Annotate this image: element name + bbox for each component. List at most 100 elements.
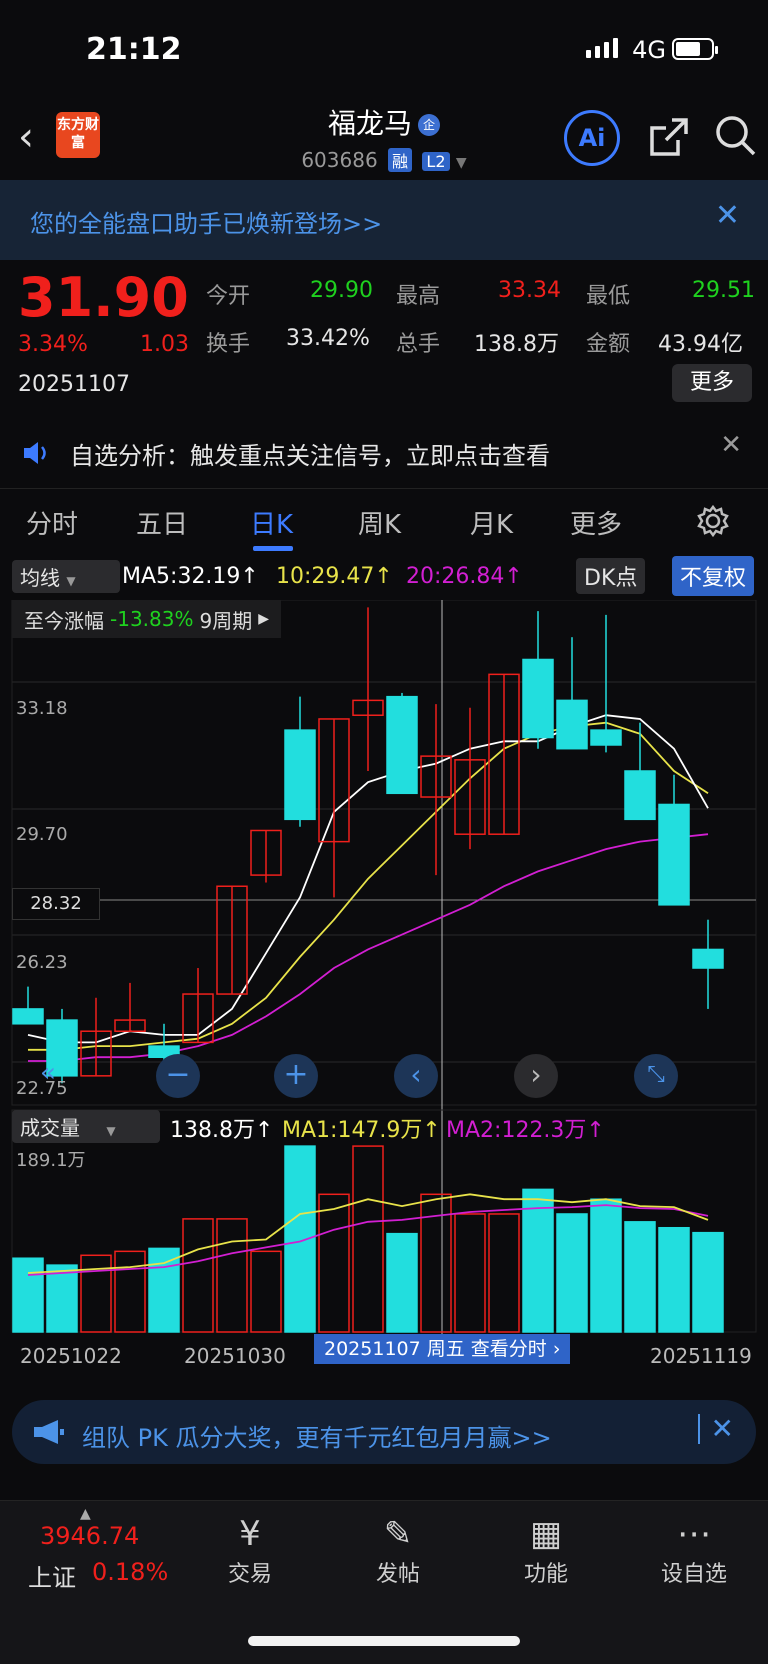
zoom-in-button[interactable]: + [274, 1054, 318, 1098]
next-button[interactable]: › [514, 1054, 558, 1098]
zoom-out-button[interactable]: − [156, 1054, 200, 1098]
change-amount: 1.03 [140, 332, 189, 357]
stock-code: 603686 [301, 148, 378, 172]
close-icon[interactable]: ✕ [715, 198, 740, 233]
active-tab-indicator [253, 546, 293, 551]
tab-more[interactable]: 更多 [570, 504, 622, 541]
dropdown-icon: ▼ [455, 155, 467, 171]
nav-add-watchlist-label: 设自选 [660, 1562, 727, 1587]
candle-body [284, 729, 316, 821]
fullscreen-icon[interactable]: ⤡ [634, 1054, 678, 1098]
quote-value: 33.42% [286, 326, 370, 351]
signal-icon [586, 38, 618, 58]
close-icon[interactable]: ✕ [720, 430, 742, 460]
grid-icon: ▦ [529, 1514, 563, 1554]
dk-point-selector[interactable]: DK点 [576, 558, 646, 594]
quote-label: 最高 [396, 284, 441, 309]
trade-icon: ¥ [239, 1514, 261, 1554]
volume-bar [522, 1188, 554, 1333]
candle-body [658, 803, 690, 906]
adjust-button[interactable]: 不复权 [672, 556, 755, 596]
index-value[interactable]: 3946.74 [40, 1522, 139, 1550]
volume-ma1: MA1:147.9万↑ [282, 1118, 441, 1143]
volume-ma2: MA2:122.3万↑ [446, 1118, 605, 1143]
close-icon[interactable]: ✕ [711, 1412, 734, 1445]
indicator-selector[interactable]: 均线 ▼ [12, 560, 120, 593]
tab-daily-k[interactable]: 日K [250, 504, 293, 541]
volume-bar [386, 1232, 418, 1333]
quote-value: 33.34 [498, 278, 561, 303]
nav-functions[interactable]: ▦ 功能 [486, 1512, 606, 1588]
ma10-value: 10:29.47↑ [276, 564, 393, 589]
volume-bar [488, 1213, 520, 1333]
tab-monthly-k[interactable]: 月K [470, 504, 513, 541]
volume-bar [658, 1226, 690, 1333]
volume-selector[interactable]: 成交量 ▼ [12, 1110, 160, 1143]
tab-weekly-k[interactable]: 周K [358, 504, 401, 541]
tooltip-text: 20251107 周五 查看分时 [324, 1338, 547, 1360]
home-indicator [248, 1636, 520, 1646]
candle-body [590, 729, 622, 746]
quote-label: 金额 [586, 332, 631, 357]
index-name[interactable]: 上证 [28, 1558, 76, 1593]
volume-bar [80, 1254, 112, 1333]
promo-text[interactable]: 组队 PK 瓜分大奖，更有千元红包月月赢>> [82, 1418, 552, 1453]
volume-bar [182, 1218, 214, 1333]
volume-bar [454, 1213, 486, 1333]
nav-trade[interactable]: ¥ 交易 [190, 1512, 310, 1588]
volume-bar [148, 1247, 180, 1333]
quote-label: 总手 [396, 332, 441, 357]
ma5-value: MA5:32.19↑ [122, 564, 259, 589]
more-quote-button[interactable]: 更多 [672, 364, 752, 402]
volume-bar [284, 1145, 316, 1333]
volume-bar [114, 1250, 146, 1333]
candle-body [12, 1008, 44, 1025]
range-change-box[interactable]: 至今涨幅 -13.83% 9周期 ▶ [12, 600, 281, 638]
volume-max-label: 189.1万 [16, 1150, 86, 1171]
volume-bar [692, 1231, 724, 1333]
divider [698, 1414, 700, 1444]
share-icon[interactable] [648, 116, 690, 162]
x-axis-label: 20251022 [20, 1344, 122, 1368]
prev-button[interactable]: ‹ [394, 1054, 438, 1098]
volume-bar [250, 1250, 282, 1333]
more-icon: ⋯ [677, 1514, 711, 1554]
range-change-value: -13.83% [110, 607, 194, 631]
crosshair-price: 28.32 [12, 888, 100, 920]
rewind-icon[interactable]: « [40, 1058, 56, 1088]
tab-five-day[interactable]: 五日 [136, 504, 188, 541]
nav-post[interactable]: ✎ 发帖 [338, 1512, 458, 1588]
index-percent[interactable]: 0.18% [92, 1558, 168, 1586]
kline-chart[interactable] [0, 600, 768, 1390]
status-bar: 21:12 4G [0, 0, 768, 100]
gear-icon[interactable] [696, 504, 730, 542]
quote-date: 20251107 [18, 372, 130, 397]
indicator-selector-label: 均线 [20, 566, 60, 590]
expand-up-icon[interactable]: ▲ [80, 1506, 91, 1522]
quote-value: 138.8万 [474, 332, 559, 357]
volume-bar [12, 1257, 44, 1333]
tab-intraday[interactable]: 分时 [26, 504, 78, 541]
volume-bar [624, 1221, 656, 1333]
speaker-icon [22, 440, 50, 470]
x-axis-label: 20251119 [650, 1344, 752, 1368]
quote-label: 换手 [206, 332, 251, 357]
quote-value: 29.51 [692, 278, 755, 303]
megaphone-icon [32, 1418, 66, 1450]
nav-add-watchlist[interactable]: ⋯ 设自选 [634, 1512, 754, 1588]
stock-name: 福龙马 [327, 107, 412, 140]
search-icon[interactable] [714, 114, 758, 162]
ai-assistant-button[interactable]: Ai [564, 110, 620, 166]
volume-bar [590, 1198, 622, 1333]
ma20-value: 20:26.84↑ [406, 564, 523, 589]
nav-trade-label: 交易 [227, 1562, 272, 1587]
candle-body [556, 699, 588, 750]
volume-value: 138.8万↑ [170, 1118, 274, 1143]
notice-text[interactable]: 自选分析：触发重点关注信号，立即点击查看 [70, 436, 550, 471]
change-percent: 3.34% [18, 332, 88, 357]
chevron-right-icon: ▶ [258, 611, 269, 627]
corp-badge: 企 [418, 114, 440, 136]
current-price: 31.90 [18, 266, 189, 329]
announcement-text[interactable]: 您的全能盘口助手已焕新登场>> [30, 204, 382, 239]
crosshair-date-tooltip[interactable]: 20251107 周五 查看分时 › [314, 1334, 571, 1364]
